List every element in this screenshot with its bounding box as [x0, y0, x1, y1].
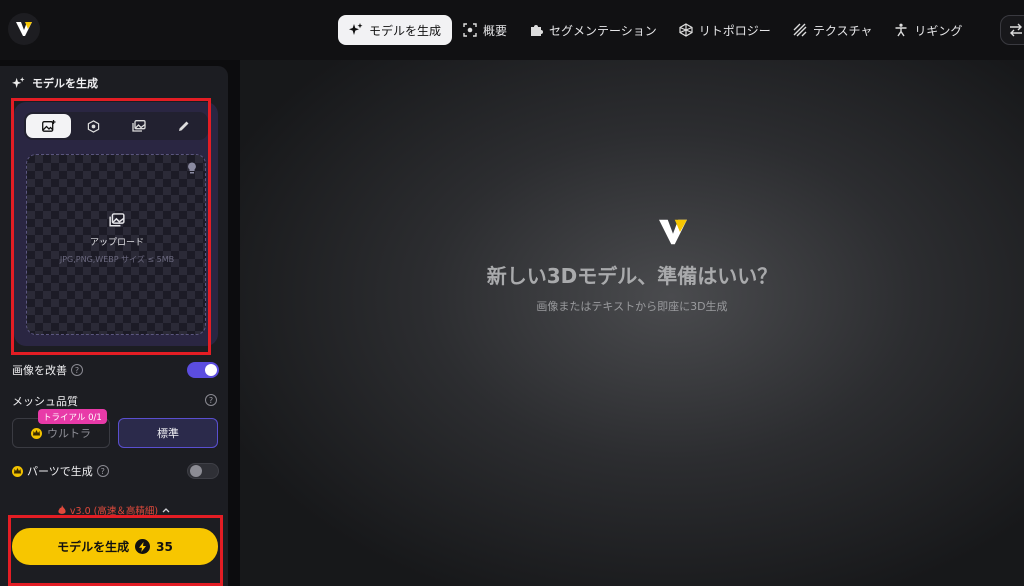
- upload-hint: JPG,PNG,WEBP サイズ ≤ 5MB: [59, 255, 175, 264]
- model-version-selector[interactable]: v3.0 (高速＆高精細): [0, 503, 228, 517]
- bolt-icon: [135, 539, 151, 554]
- version-label: v3.0 (高速＆高精細): [69, 506, 159, 517]
- input-mode-tabs: [24, 112, 208, 140]
- empty-state-subtitle: 画像またはテキストから即座に3D生成: [536, 300, 728, 313]
- pencil-icon: [178, 121, 188, 131]
- image-dropzone[interactable]: アップロード JPG,PNG,WEBP サイズ ≤ 5MB: [26, 154, 206, 335]
- parts-row: パーツで生成 ?: [12, 463, 109, 479]
- empty-state-title: 新しい3Dモデル、準備はいい？: [486, 264, 778, 288]
- parts-toggle[interactable]: [187, 463, 219, 479]
- top-bar: モデルを生成 概要 セグメンテーション リトポロジー テクスチャ リギング: [0, 0, 1024, 60]
- nav-label: リギング: [914, 23, 963, 38]
- tab-multi-view[interactable]: [71, 114, 116, 138]
- images-icon: [131, 120, 146, 132]
- figure-icon: [894, 23, 908, 37]
- nav-rigging[interactable]: リギング: [883, 15, 973, 45]
- quality-standard-button[interactable]: 標準: [118, 418, 218, 448]
- help-icon[interactable]: ?: [205, 394, 217, 406]
- viewport: 新しい3Dモデル、準備はいい？ 画像またはテキストから即座に3D生成: [240, 60, 1024, 586]
- generate-panel: モデルを生成 アップロード JPG,PNG,WEBP サイズ ≤ 5MB 画像を…: [0, 66, 228, 586]
- help-icon[interactable]: ?: [96, 465, 109, 477]
- trial-badge: トライアル 0/1: [38, 409, 107, 424]
- enhance-image-row: 画像を改善 ?: [12, 362, 83, 378]
- nav-texture[interactable]: テクスチャ: [782, 15, 884, 45]
- enhance-image-toggle[interactable]: [187, 362, 219, 378]
- quality-standard-label: 標準: [157, 427, 179, 440]
- help-icon[interactable]: ?: [71, 364, 83, 376]
- tab-text-to-3d[interactable]: [161, 114, 206, 138]
- crown-icon: [31, 427, 42, 439]
- generate-cost: 35: [156, 539, 173, 554]
- tab-multi-image[interactable]: [116, 114, 161, 138]
- app-logo[interactable]: [8, 13, 40, 45]
- nav-retopology[interactable]: リトポロジー: [668, 15, 782, 45]
- mesh-quality-row: メッシュ品質: [12, 393, 78, 409]
- logo-icon: [16, 22, 32, 36]
- nav-label: モデルを生成: [369, 23, 442, 38]
- nav-label: 概要: [483, 23, 508, 38]
- flame-icon: [58, 505, 66, 514]
- swap-icon: [1010, 23, 1022, 37]
- upload-label: アップロード: [89, 238, 144, 248]
- sparkle-icon: [12, 76, 25, 88]
- hexagon-icon: [87, 119, 100, 133]
- mesh-quality-label: メッシュ品質: [12, 395, 78, 408]
- panel-title-label: モデルを生成: [32, 77, 98, 90]
- nav-label: テクスチャ: [812, 23, 873, 38]
- generate-model-button[interactable]: モデルを生成 35: [12, 528, 218, 565]
- upload-image-icon: [109, 213, 125, 227]
- upload-card: アップロード JPG,PNG,WEBP サイズ ≤ 5MB: [14, 102, 218, 346]
- toggle-knob: [205, 364, 217, 376]
- crown-icon: [12, 465, 23, 477]
- puzzle-icon: [529, 23, 544, 37]
- chevron-up-icon: [162, 508, 170, 513]
- nav-overview[interactable]: 概要: [452, 15, 518, 45]
- logo-icon: [659, 219, 687, 245]
- tab-image-to-3d[interactable]: [26, 114, 71, 138]
- toggle-knob: [190, 465, 202, 477]
- swap-button[interactable]: [1000, 15, 1024, 45]
- focus-icon: [463, 23, 477, 37]
- image-plus-icon: [41, 120, 55, 132]
- lightbulb-icon[interactable]: [187, 162, 197, 174]
- generate-label: モデルを生成: [57, 540, 130, 554]
- sparkle-icon: [349, 23, 363, 37]
- parts-label: パーツで生成: [27, 465, 93, 478]
- texture-icon: [793, 23, 807, 37]
- mesh-icon: [679, 23, 693, 37]
- nav-label: セグメンテーション: [549, 23, 657, 38]
- enhance-image-label: 画像を改善: [12, 364, 67, 377]
- nav-generate-model[interactable]: モデルを生成: [338, 15, 453, 45]
- panel-title: モデルを生成: [12, 74, 98, 92]
- nav-label: リトポロジー: [698, 23, 771, 38]
- quality-ultra-label: ウルトラ: [47, 427, 91, 440]
- main-nav: モデルを生成 概要 セグメンテーション リトポロジー テクスチャ リギング: [338, 15, 973, 45]
- nav-segmentation[interactable]: セグメンテーション: [518, 15, 668, 45]
